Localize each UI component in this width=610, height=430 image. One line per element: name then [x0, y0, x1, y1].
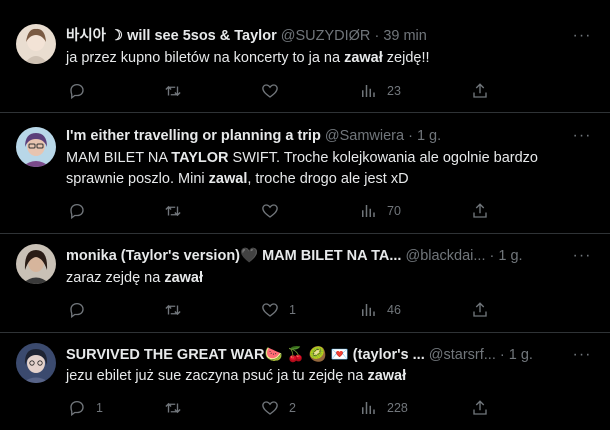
display-name[interactable]: monika (Taylor's version)🖤 MAM BILET NA … [66, 248, 401, 264]
reply-icon [70, 203, 84, 220]
views-button[interactable]: 46 [359, 300, 401, 320]
retweet-button[interactable] [163, 201, 193, 221]
tweet-header: 바시아 ☽ will see 5sos & Taylor @SUZYDIØR ·… [66, 26, 562, 46]
user-handle[interactable]: @starsrf... [429, 347, 496, 363]
like-button[interactable]: 2 [261, 398, 296, 418]
reply-button[interactable] [68, 201, 96, 221]
tweet-text: ja przez kupno biletów na koncerty to ja… [66, 50, 430, 66]
view-count: 228 [387, 401, 408, 415]
reply-icon [70, 302, 84, 319]
timestamp[interactable]: 1 g. [498, 248, 522, 264]
share-icon [473, 203, 487, 218]
display-name[interactable]: SURVIVED THE GREAT WAR🍉 🍒 🥝 💌 (taylor's … [66, 347, 425, 363]
timestamp[interactable]: 39 min [383, 28, 427, 44]
views-icon [362, 304, 375, 316]
tweet-actions: 70 [66, 201, 590, 221]
more-icon[interactable]: ··· [572, 128, 592, 150]
share-button[interactable] [471, 398, 489, 418]
reply-count: 1 [96, 401, 103, 415]
retweet-icon [165, 85, 181, 97]
views-button[interactable]: 228 [359, 398, 408, 418]
like-button[interactable] [261, 201, 289, 221]
separator-dot: · [499, 347, 505, 363]
like-count: 2 [289, 401, 296, 415]
display-name[interactable]: I'm either travelling or planning a trip [66, 128, 321, 144]
display-name[interactable]: 바시아 ☽ will see 5sos & Taylor [66, 28, 277, 44]
share-icon [473, 400, 487, 415]
user-handle[interactable]: @SUZYDIØR [281, 28, 371, 44]
views-icon [362, 402, 375, 414]
tweet-header: SURVIVED THE GREAT WAR🍉 🍒 🥝 💌 (taylor's … [66, 345, 562, 365]
retweet-icon [165, 402, 181, 414]
timestamp[interactable]: 1 g. [509, 347, 533, 363]
retweet-icon [165, 205, 181, 217]
like-count: 1 [289, 303, 296, 317]
view-count: 46 [387, 303, 401, 317]
share-icon [473, 302, 487, 317]
tweet-feed: 바시아 ☽ will see 5sos & Taylor @SUZYDIØR ·… [0, 0, 610, 430]
retweet-button[interactable] [163, 81, 193, 101]
more-icon[interactable]: ··· [572, 248, 592, 270]
reply-button[interactable] [68, 81, 96, 101]
views-icon [362, 85, 375, 97]
avatar[interactable] [16, 343, 56, 383]
views-button[interactable]: 23 [359, 81, 401, 101]
tweet[interactable]: 바시아 ☽ will see 5sos & Taylor @SUZYDIØR ·… [0, 0, 610, 113]
retweet-button[interactable] [163, 398, 193, 418]
view-count: 23 [387, 84, 401, 98]
tweet-actions: 1 46 [66, 300, 590, 320]
heart-icon [262, 204, 278, 218]
tweet-actions: 23 [66, 81, 590, 101]
retweet-icon [165, 304, 181, 316]
tweet[interactable]: monika (Taylor's version)🖤 MAM BILET NA … [0, 234, 610, 333]
heart-icon [262, 303, 278, 317]
tweet-text: zaraz zejdę na zawał [66, 270, 204, 286]
heart-icon [262, 401, 278, 415]
user-handle[interactable]: @Samwiera [325, 128, 404, 144]
tweet-text: MAM BILET NA TAYLOR SWIFT. Troche kolejk… [66, 150, 538, 187]
tweet-header: I'm either travelling or planning a trip… [66, 126, 562, 146]
tweet[interactable]: I'm either travelling or planning a trip… [0, 113, 610, 234]
share-button[interactable] [471, 300, 489, 320]
share-button[interactable] [471, 201, 489, 221]
view-count: 70 [387, 204, 401, 218]
timestamp[interactable]: 1 g. [417, 128, 441, 144]
like-button[interactable]: 1 [261, 300, 296, 320]
separator-dot: · [489, 248, 495, 264]
reply-button[interactable] [68, 300, 96, 320]
avatar[interactable] [16, 244, 56, 284]
avatar[interactable] [16, 127, 56, 167]
separator-dot: · [408, 128, 413, 144]
reply-icon [70, 83, 84, 100]
reply-button[interactable]: 1 [68, 398, 103, 418]
tweet-actions: 1 2 228 [66, 398, 590, 418]
separator-dot: · [374, 28, 380, 44]
heart-icon [262, 84, 278, 98]
tweet-text: jezu ebilet już sue zaczyna psuć ja tu z… [66, 368, 407, 384]
avatar[interactable] [16, 24, 56, 64]
views-icon [362, 205, 375, 217]
share-button[interactable] [471, 81, 489, 101]
user-handle[interactable]: @blackdai... [405, 248, 485, 264]
views-button[interactable]: 70 [359, 201, 401, 221]
tweet-header: monika (Taylor's version)🖤 MAM BILET NA … [66, 246, 562, 266]
reply-icon [70, 400, 84, 417]
more-icon[interactable]: ··· [572, 28, 592, 50]
retweet-button[interactable] [163, 300, 193, 320]
share-icon [473, 83, 487, 98]
like-button[interactable] [261, 81, 289, 101]
tweet[interactable]: SURVIVED THE GREAT WAR🍉 🍒 🥝 💌 (taylor's … [0, 333, 610, 430]
